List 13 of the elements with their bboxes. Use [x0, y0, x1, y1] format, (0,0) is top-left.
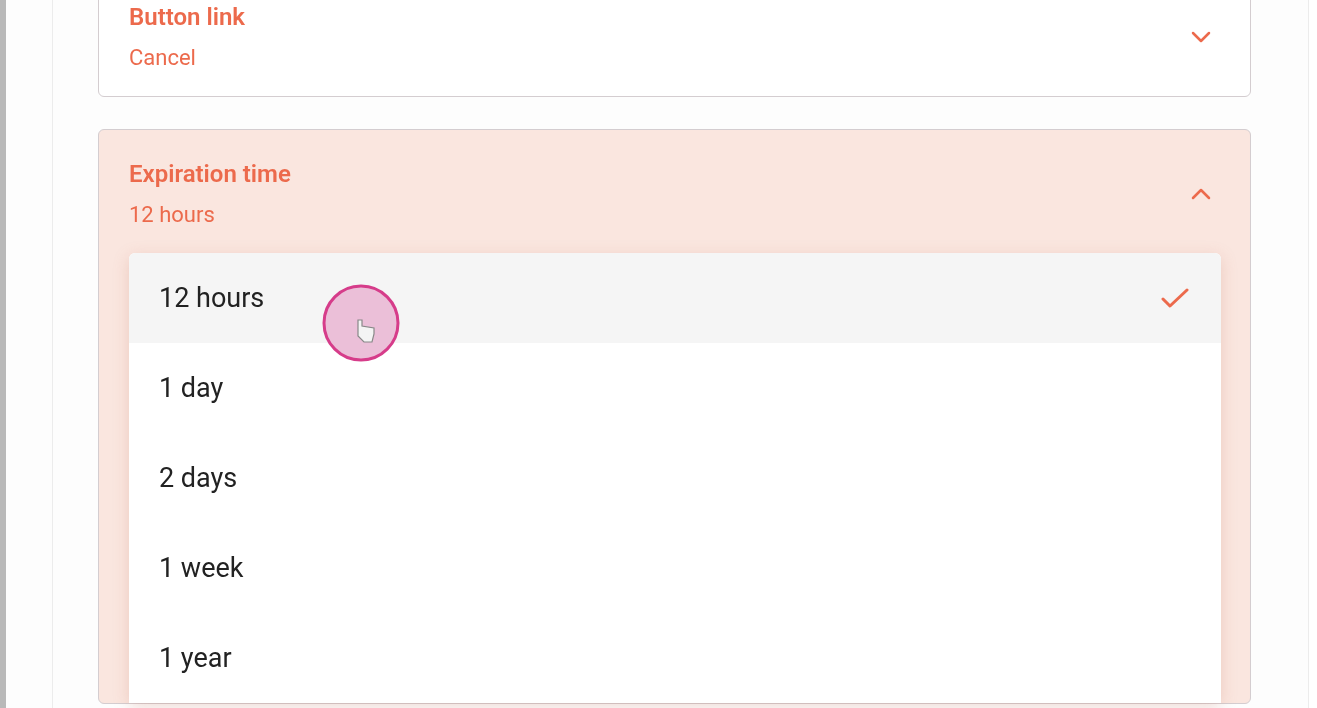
setting-label: Button link [129, 3, 245, 31]
checkmark-icon [1161, 287, 1189, 309]
chevron-down-icon [1190, 30, 1212, 44]
chevron-up-icon [1190, 187, 1212, 201]
dropdown-option[interactable]: 1 year [129, 613, 1221, 703]
dropdown-option[interactable]: 1 day [129, 343, 1221, 433]
dropdown-option[interactable]: 12 hours [129, 253, 1221, 343]
dropdown-option[interactable]: 2 days [129, 433, 1221, 523]
dropdown-option[interactable]: 1 week [129, 523, 1221, 613]
setting-value: 12 hours [129, 202, 216, 228]
setting-label: Expiration time [129, 160, 291, 188]
setting-value: Cancel [129, 45, 197, 71]
click-indicator-icon [322, 284, 400, 362]
